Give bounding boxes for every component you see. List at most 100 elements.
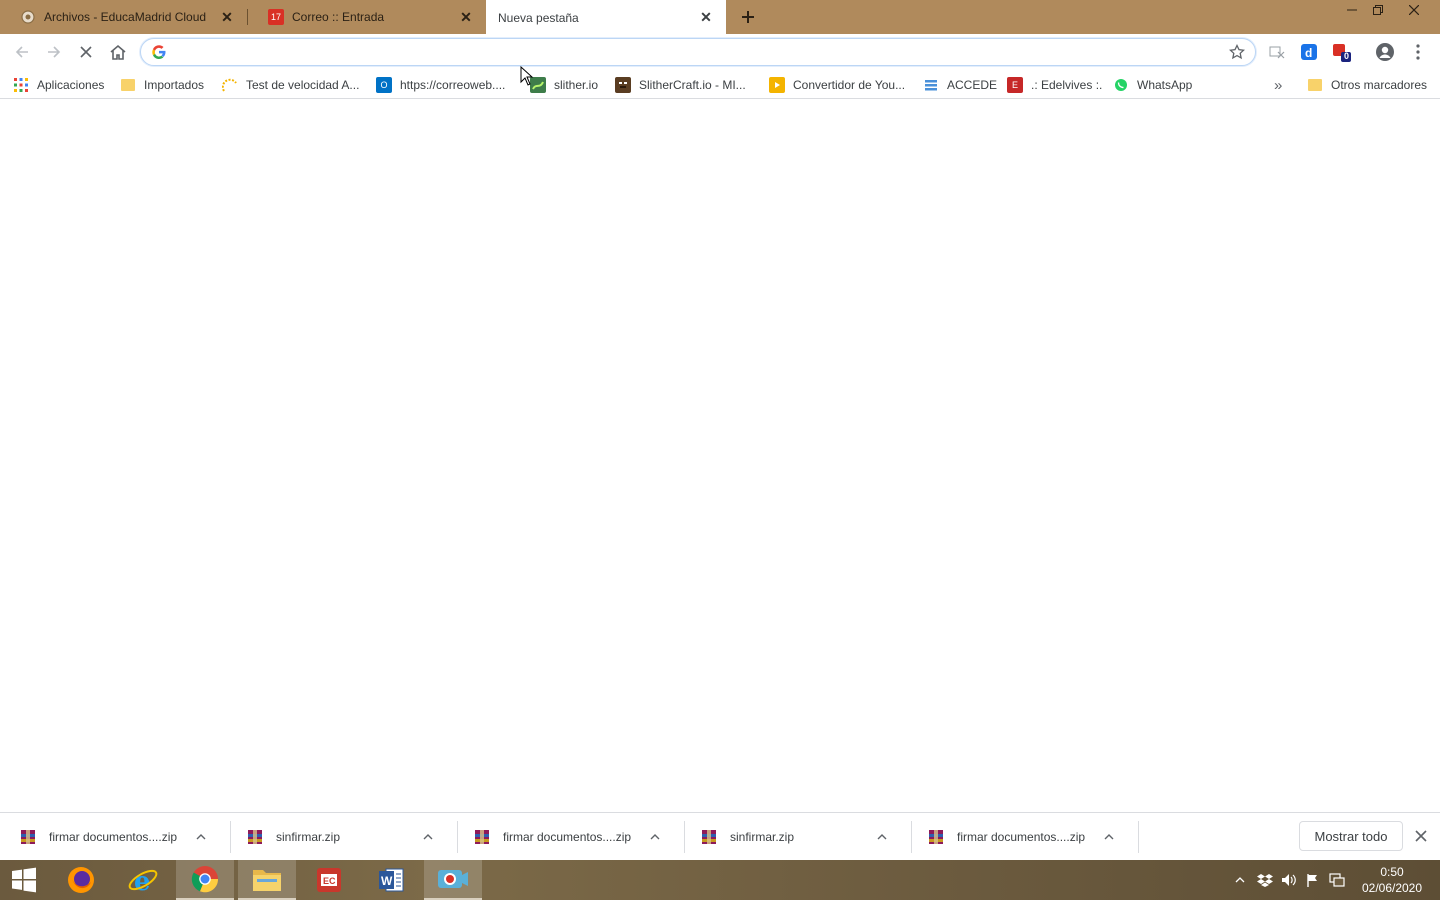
page-content — [0, 66, 1440, 812]
whatsapp-icon — [1113, 77, 1129, 93]
bookmark-label: .: Edelvives :. — [1031, 78, 1103, 92]
tab-title: Nueva pestaña — [498, 10, 579, 25]
show-all-downloads-button[interactable]: Mostrar todo — [1299, 821, 1403, 851]
bookmark-label: SlitherCraft.io - MI... — [639, 78, 746, 92]
internet-explorer-icon[interactable]: e — [114, 860, 172, 900]
show-hidden-icons-icon[interactable] — [1232, 860, 1248, 900]
download-item[interactable]: sinfirmar.zip — [227, 813, 453, 861]
bookmark-otros-marcadores[interactable]: Otros marcadores — [1307, 75, 1427, 95]
svg-text:EC: EC — [323, 876, 336, 886]
tab-correo[interactable]: 17 Correo :: Entrada ✕ — [248, 0, 486, 34]
windows-taskbar: e EC W 0:50 02/06/2020 — [0, 860, 1440, 900]
chevron-up-icon[interactable] — [1098, 826, 1120, 848]
bookmark-accede[interactable]: ACCEDE — [923, 75, 997, 95]
svg-text:W: W — [381, 874, 393, 888]
tab-educamadrid[interactable]: Archivos - EducaMadrid Cloud ✕ — [0, 0, 247, 34]
bookmark-label: Test de velocidad A... — [246, 78, 360, 92]
winrar-zip-icon — [702, 830, 716, 844]
bookmark-slithercraft[interactable]: SlitherCraft.io - MI... — [615, 75, 746, 95]
home-button[interactable] — [106, 40, 130, 64]
bookmark-label: ACCEDE — [947, 78, 998, 92]
bookmark-aplicaciones[interactable]: Aplicaciones — [13, 75, 104, 95]
start-button[interactable] — [0, 860, 48, 900]
d-extension-icon[interactable]: d — [1299, 42, 1319, 62]
omnibox[interactable] — [140, 38, 1256, 66]
educamadrid-cloud-icon — [20, 9, 36, 25]
back-button[interactable] — [10, 40, 34, 64]
red-extension-icon[interactable]: 0 — [1331, 42, 1351, 62]
winrar-zip-icon — [21, 830, 35, 844]
tab-strip: Archivos - EducaMadrid Cloud ✕ 17 Correo… — [0, 0, 1440, 35]
outlook-icon: O — [376, 77, 392, 93]
more-bookmarks-button[interactable]: » — [1274, 75, 1282, 95]
youtube-converter-icon — [769, 77, 785, 93]
bookmark-edelvives[interactable]: E .: Edelvives :. — [1007, 75, 1102, 95]
chevron-up-icon[interactable] — [644, 826, 666, 848]
stop-loading-button[interactable] — [74, 40, 98, 64]
translate-extension-icon[interactable] — [1267, 42, 1287, 62]
bookmark-whatsapp[interactable]: WhatsApp — [1113, 75, 1192, 95]
download-item[interactable]: firmar documentos....zip — [454, 813, 680, 861]
bookmark-label: slither.io — [554, 78, 599, 92]
firefox-icon[interactable] — [52, 860, 110, 900]
download-filename: firmar documentos....zip — [49, 830, 178, 844]
clock-date: 02/06/2020 — [1361, 881, 1423, 895]
chrome-icon[interactable] — [176, 860, 234, 900]
chevron-up-icon[interactable] — [871, 826, 893, 848]
download-shelf: firmar documentos....zip sinfirmar.zip f… — [0, 812, 1440, 860]
download-filename: firmar documentos....zip — [503, 830, 632, 844]
bookmark-convertidor[interactable]: Convertidor de You... — [769, 75, 905, 95]
pdf-reader-icon[interactable]: EC — [300, 860, 358, 900]
bookmark-star-icon[interactable] — [1228, 43, 1246, 60]
google-icon — [151, 44, 167, 60]
network-icon[interactable] — [1328, 860, 1346, 900]
tab-title: Correo :: Entrada — [292, 10, 385, 24]
winrar-zip-icon — [475, 830, 489, 844]
accede-icon — [923, 77, 939, 93]
close-icon[interactable]: ✕ — [698, 9, 714, 26]
chrome-menu-icon[interactable] — [1408, 42, 1428, 62]
close-window-button[interactable] — [1399, 0, 1429, 20]
bookmark-label: Convertidor de You... — [793, 78, 906, 92]
speedtest-icon — [222, 77, 238, 93]
address-input[interactable] — [173, 42, 1213, 62]
screen-recorder-icon[interactable] — [424, 860, 482, 900]
dropbox-icon[interactable] — [1256, 860, 1274, 900]
download-filename: sinfirmar.zip — [730, 830, 795, 844]
taskbar-clock[interactable]: 0:50 02/06/2020 — [1356, 864, 1428, 896]
folder-icon — [120, 77, 136, 93]
bookmark-importados[interactable]: Importados — [120, 75, 204, 95]
svg-text:d: d — [1305, 46, 1312, 60]
mouse-cursor-icon — [520, 66, 534, 86]
download-item[interactable]: firmar documentos....zip — [0, 813, 226, 861]
action-center-flag-icon[interactable] — [1304, 860, 1322, 900]
windows-logo-icon — [12, 867, 36, 893]
close-shelf-icon[interactable] — [1410, 825, 1432, 847]
chevron-up-icon[interactable] — [190, 826, 212, 848]
bookmark-correoweb[interactable]: O https://correoweb.... — [376, 75, 505, 95]
word-icon[interactable]: W — [362, 860, 420, 900]
new-tab-button[interactable] — [736, 5, 760, 29]
bookmark-label: WhatsApp — [1137, 78, 1193, 92]
extension-badge: 0 — [1344, 51, 1350, 61]
winrar-zip-icon — [929, 830, 943, 844]
slithercraft-icon — [615, 77, 631, 93]
close-icon[interactable]: ✕ — [458, 9, 474, 25]
winrar-zip-icon — [248, 830, 262, 844]
file-explorer-icon[interactable] — [238, 860, 296, 900]
download-divider — [1138, 821, 1139, 853]
profile-avatar-icon[interactable] — [1375, 42, 1395, 62]
download-item[interactable]: sinfirmar.zip — [681, 813, 907, 861]
tab-nueva-pestana[interactable]: Nueva pestaña ✕ — [486, 0, 726, 35]
bookmark-label: Importados — [144, 78, 205, 92]
volume-icon[interactable] — [1280, 860, 1298, 900]
download-item[interactable]: firmar documentos....zip — [908, 813, 1134, 861]
chevron-up-icon[interactable] — [417, 826, 439, 848]
restore-button[interactable] — [1363, 0, 1393, 20]
bookmark-test-velocidad[interactable]: Test de velocidad A... — [222, 75, 359, 95]
folder-icon — [1307, 77, 1323, 93]
close-icon[interactable]: ✕ — [219, 9, 235, 25]
clock-time: 0:50 — [1380, 865, 1404, 879]
forward-button[interactable] — [42, 40, 66, 64]
bookmark-slither[interactable]: slither.io — [530, 75, 598, 95]
